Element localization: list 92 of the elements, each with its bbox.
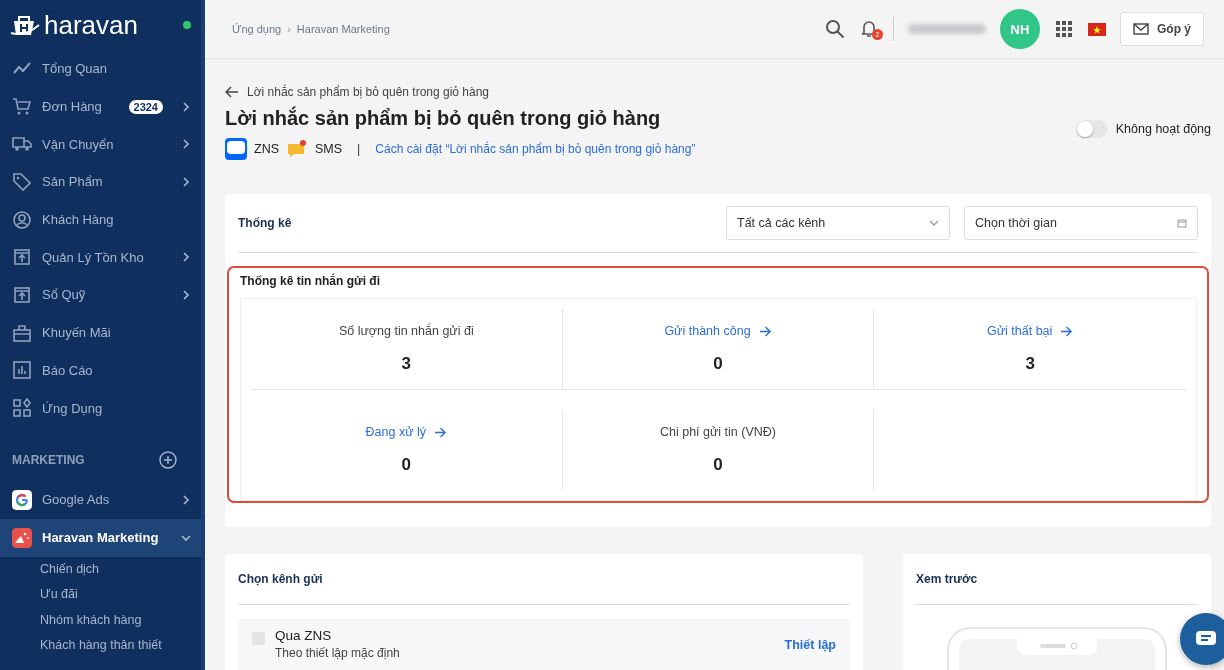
menu-label: Ứng Dụng [42,400,103,416]
chevron-icon [181,176,191,187]
breadcrumb-link[interactable]: Ứng dụng [232,23,282,35]
submenu-item[interactable]: Chiến dịch [0,556,201,583]
card-title: Xem trước [916,572,979,586]
chevron-icon [181,532,191,543]
sidebar-item[interactable]: Google Ads [0,480,201,519]
chevron-icon [181,289,191,300]
arrow-right-icon [434,426,448,438]
stat-link[interactable]: Gửi thành công [664,324,772,338]
stat-label: Số lượng tin nhắn gửi đi [338,324,474,338]
card-title: Chọn kênh gửi [238,572,324,586]
chat-bubble-icon [1195,630,1217,648]
chevron-icon [181,139,191,150]
menu-label: Sản Phẩm [42,174,103,190]
menu-label: Quản Lý Tồn Kho [42,249,144,265]
menu-label: Khách Hàng [42,212,114,228]
box-icon [12,247,32,268]
submenu-item[interactable]: Ưu đãi [0,582,201,608]
sidebar-item[interactable]: Ứng Dụng [0,389,201,427]
mail-icon [1133,23,1149,35]
stat-value: 3 [1025,354,1035,374]
section-heading: MARKETING [12,452,85,467]
menu-label: Báo Cáo [42,362,93,378]
sidebar-item[interactable]: Khách Hàng [0,200,201,239]
submenu-item[interactable]: Khách hàng thân thiết [0,633,201,659]
arrow-right-icon [1060,325,1074,337]
stat-label: Chi phí gửi tin (VNĐ) [659,425,776,439]
user-circle-icon [12,209,32,230]
arrow-right-icon [758,325,772,337]
separator: | [357,142,361,156]
option-description: Theo thiết lập mặc định [275,646,400,660]
breadcrumb-link[interactable]: Haravan Marketing [296,23,390,35]
menu-label: Haravan Marketing [42,530,159,546]
message-icon [286,138,308,160]
card-title: Thống kê [238,216,293,230]
chat-app-icon [225,138,247,160]
date-field[interactable]: Chọn thời gian [964,206,1198,240]
sidebar-item[interactable]: Haravan Marketing [0,518,201,557]
section-title: Thống kê tin nhắn gửi đi [240,274,381,290]
stat-link[interactable]: Đang xử lý [365,425,448,439]
sidebar-item[interactable]: Báo Cáo [0,351,201,390]
back-link[interactable]: Lời nhắc sản phẩm bị bỏ quên trong giỏ hàng [247,85,490,99]
page-title: Lời nhắc sản phẩm bị bỏ quên trong giỏ hàng [225,107,662,130]
menu-label: Sổ Quỹ [42,287,86,303]
option-name: Qua ZNS [275,628,333,643]
flag-icon[interactable] [1088,22,1106,36]
chevron-icon [181,101,191,112]
stat-value: 0 [713,354,723,374]
menu-label: Google Ads [42,492,110,508]
channel-label: ZNS [254,142,279,156]
tag-icon [12,171,32,192]
stat-value: 0 [713,455,723,475]
channel-dropdown[interactable]: Tất cả các kênh [726,206,950,240]
guide-link[interactable]: Cách cài đặt “Lời nhắc sản phẩm bị bỏ quên trong giỏ hàng” [375,142,696,156]
chevron-icon [181,494,191,505]
caret-icon [929,218,939,228]
stat-link[interactable]: Gửi thất bại [986,324,1074,338]
toggle-label: Không hoạt động [1115,122,1211,136]
sidebar-item[interactable]: Vận Chuyển [0,125,201,164]
search-icon[interactable] [825,19,845,39]
apps-grid-icon [12,398,32,419]
box-icon [12,284,32,305]
count-badge: 2324 [128,99,163,114]
submenu-item[interactable]: Nhóm khách hàng [0,607,201,634]
sidebar-item[interactable]: Đơn Hàng 2324 [0,87,201,126]
back-arrow-icon[interactable] [225,86,239,98]
sidebar-item[interactable]: Khuyến Mãi [0,313,201,352]
google-g-icon [12,489,32,510]
menu-label: Tổng Quan [42,61,108,77]
brand-name: haravan [44,9,138,41]
sidebar-item[interactable]: Quản Lý Tồn Kho [0,238,201,277]
chevron-icon [181,252,191,263]
channel-label: SMS [315,142,343,156]
breadcrumb-separator: › [287,23,291,35]
cart-icon [12,96,32,117]
menu-label: Đơn Hàng [42,99,102,115]
status-toggle[interactable] [1075,120,1108,138]
sidebar-item[interactable]: Sổ Quỹ [0,276,201,314]
stat-value: 3 [401,354,412,374]
apps-grid-icon[interactable] [1054,19,1074,39]
bar-chart-icon [12,360,32,381]
setup-link[interactable]: Thiết lập [784,638,836,670]
add-icon[interactable] [159,450,177,469]
menu-label: Vận Chuyển [42,136,114,152]
sidebar-item[interactable]: Sản Phẩm [0,163,201,201]
sidebar-item[interactable]: Tổng Quan [0,50,201,88]
feedback-button[interactable]: Góp ý [1120,12,1204,46]
calendar-icon [1177,218,1187,228]
stat-value: 0 [401,455,412,475]
menu-label: Khuyến Mãi [42,325,111,341]
shopping-bag-logo-icon [10,13,40,37]
